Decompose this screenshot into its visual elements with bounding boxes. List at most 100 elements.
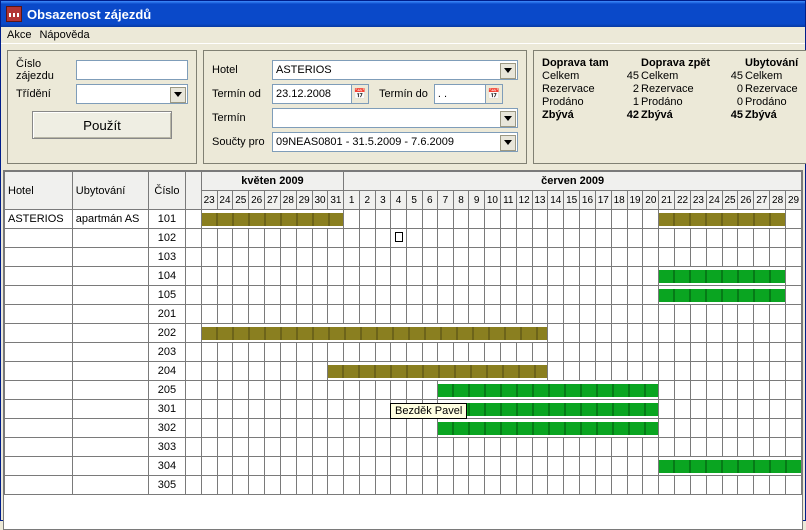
table-row[interactable]: 201: [5, 305, 802, 324]
day-header: 21: [659, 191, 675, 210]
cell-room-no: 202: [148, 324, 186, 343]
term-to-picker[interactable]: 📅: [434, 84, 503, 104]
month-may: květen 2009: [201, 172, 344, 191]
day-header: 5: [406, 191, 422, 210]
day-header: 26: [738, 191, 754, 210]
occupancy-bar[interactable]: [328, 362, 548, 381]
cell-room-no: 105: [148, 286, 186, 305]
table-row[interactable]: 302: [5, 419, 802, 438]
app-icon: [6, 6, 22, 22]
occupancy-grid[interactable]: HotelUbytováníČíslo květen 2009červen 200…: [3, 170, 803, 530]
day-header: 14: [548, 191, 564, 210]
cell-room-no: 205: [148, 381, 186, 400]
table-row[interactable]: ASTERIOSapartmán AS101: [5, 210, 802, 229]
table-row[interactable]: 203: [5, 343, 802, 362]
occupancy-bar[interactable]: [659, 286, 786, 305]
occupancy-bar[interactable]: [438, 400, 659, 419]
day-header: 28: [280, 191, 296, 210]
day-header: 25: [722, 191, 738, 210]
apply-button[interactable]: Použít: [32, 111, 172, 139]
sums-for-dropdown[interactable]: [272, 132, 518, 152]
criteria-group-mid: Hotel Termín od 📅 Termín do 📅 Termín Sou…: [203, 50, 527, 164]
occupancy-bar[interactable]: [659, 210, 786, 229]
table-row[interactable]: 304: [5, 457, 802, 476]
col-ubyt[interactable]: Ubytování: [72, 172, 148, 210]
day-header: 25: [233, 191, 249, 210]
table-row[interactable]: 301: [5, 400, 802, 419]
sums-for-label: Součty pro: [212, 136, 272, 148]
cell-room-no: 302: [148, 419, 186, 438]
occupancy-bar[interactable]: [659, 267, 786, 286]
hotel-dropdown[interactable]: [272, 60, 518, 80]
day-header: 18: [611, 191, 627, 210]
summary-table: Doprava tam Doprava zpět Ubytování Celke…: [542, 57, 806, 121]
trip-no-input[interactable]: [76, 60, 188, 80]
cell-room-no: 104: [148, 267, 186, 286]
occupancy-bar[interactable]: [201, 210, 344, 229]
day-header: 2: [359, 191, 375, 210]
cell-room-no: 103: [148, 248, 186, 267]
occupancy-bar[interactable]: [438, 419, 659, 438]
table-row[interactable]: 305: [5, 476, 802, 495]
day-header: 16: [580, 191, 596, 210]
table-row[interactable]: 102: [5, 229, 802, 248]
table-row[interactable]: 103: [5, 248, 802, 267]
occupancy-bar[interactable]: [438, 381, 659, 400]
day-header: 17: [595, 191, 611, 210]
cell-room-no: 305: [148, 476, 186, 495]
table-row[interactable]: 202: [5, 324, 802, 343]
calendar-icon[interactable]: 📅: [351, 84, 369, 104]
summary-group: Doprava tam Doprava zpět Ubytování Celke…: [533, 50, 806, 164]
term-dropdown[interactable]: [272, 108, 518, 128]
occupancy-bar[interactable]: [659, 457, 802, 476]
criteria-row: Číslo zájezdu Třídění Použít Hotel Termí…: [1, 44, 805, 170]
day-header: 20: [643, 191, 659, 210]
cell-ubyt: apartmán AS: [72, 210, 148, 229]
hotel-label: Hotel: [212, 64, 272, 76]
day-header: 28: [770, 191, 786, 210]
hdr-tam: Doprava tam: [542, 57, 617, 69]
sort-label: Třídění: [16, 88, 76, 100]
day-header: 24: [217, 191, 233, 210]
col-hotel[interactable]: Hotel: [5, 172, 73, 210]
table-row[interactable]: 104: [5, 267, 802, 286]
hdr-zpet: Doprava zpět: [641, 57, 721, 69]
month-jun: červen 2009: [344, 172, 802, 191]
table-row[interactable]: 204: [5, 362, 802, 381]
table-row[interactable]: 105: [5, 286, 802, 305]
menu-akce[interactable]: Akce: [7, 29, 31, 41]
day-header: 24: [706, 191, 722, 210]
col-cislo[interactable]: Číslo: [148, 172, 186, 210]
cell-room-no: 304: [148, 457, 186, 476]
day-header: 3: [375, 191, 391, 210]
criteria-group-left: Číslo zájezdu Třídění Použít: [7, 50, 197, 164]
day-header: 10: [485, 191, 501, 210]
cell-room-no: 201: [148, 305, 186, 324]
menubar: Akce Nápověda: [1, 27, 805, 44]
table-row[interactable]: 303: [5, 438, 802, 457]
day-header: 31: [328, 191, 344, 210]
day-header: 15: [564, 191, 580, 210]
day-header: 23: [690, 191, 706, 210]
occupancy-bar[interactable]: [201, 324, 548, 343]
cell-room-no: 203: [148, 343, 186, 362]
trip-no-label: Číslo zájezdu: [16, 58, 76, 82]
day-header: 7: [438, 191, 454, 210]
calendar-icon[interactable]: 📅: [485, 84, 503, 104]
term-from-label: Termín od: [212, 88, 272, 100]
sort-dropdown[interactable]: [76, 84, 188, 104]
hdr-ubyt: Ubytování: [745, 57, 806, 69]
menu-napoveda[interactable]: Nápověda: [39, 29, 89, 41]
day-header: 12: [516, 191, 532, 210]
day-header: 23: [201, 191, 217, 210]
cell-room-no: 101: [148, 210, 186, 229]
term-from-picker[interactable]: 📅: [272, 84, 369, 104]
day-header: 29: [296, 191, 312, 210]
day-header: 6: [422, 191, 438, 210]
day-header: 27: [754, 191, 770, 210]
term-to-label: Termín do: [379, 88, 428, 100]
day-header: 11: [500, 191, 516, 210]
day-header: 8: [453, 191, 469, 210]
table-row[interactable]: 205: [5, 381, 802, 400]
day-header: 29: [786, 191, 802, 210]
